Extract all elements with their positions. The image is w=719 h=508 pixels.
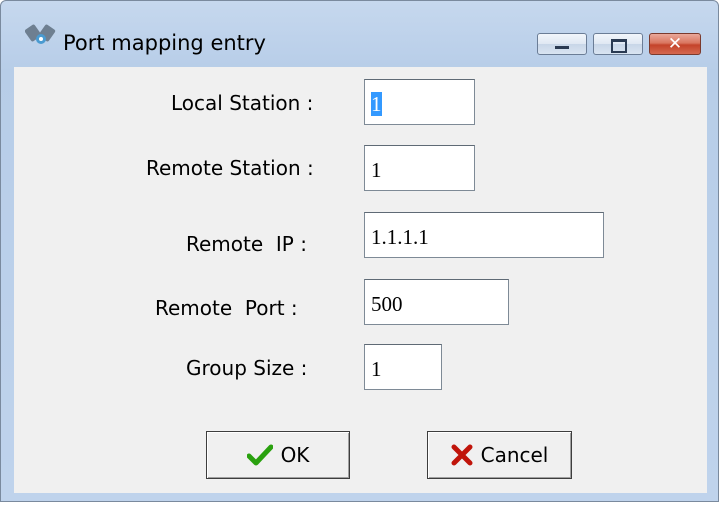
close-button[interactable]: ✕ [649,33,701,55]
remote-ip-value: 1.1.1.1 [371,225,429,249]
local-station-value: 1 [371,92,382,116]
remote-port-input[interactable]: 500 [364,279,509,325]
remote-station-input[interactable]: 1 [364,145,475,191]
network-ports-icon [25,24,56,44]
remote-station-value: 1 [371,158,382,182]
ok-button[interactable]: OK [206,431,350,479]
remote-station-label: Remote Station : [146,156,314,180]
cancel-button[interactable]: Cancel [427,431,572,479]
remote-ip-input[interactable]: 1.1.1.1 [364,212,604,258]
group-size-label: Group Size : [186,356,308,380]
dialog-client-area: Local Station : 1 Remote Station : 1 Rem… [14,67,707,493]
group-size-input[interactable]: 1 [364,344,442,390]
dialog-window: Port mapping entry ✕ Local Station : 1 R… [0,0,719,502]
maximize-icon [611,39,627,53]
maximize-button[interactable] [593,33,643,55]
remote-port-label: Remote Port : [155,296,298,320]
minimize-icon [555,46,569,49]
checkmark-icon [246,444,273,466]
window-title: Port mapping entry [63,31,266,55]
cancel-button-label: Cancel [480,443,549,467]
remote-ip-label: Remote IP : [186,232,307,256]
local-station-input[interactable]: 1 [364,79,475,125]
group-size-value: 1 [371,357,382,381]
local-station-label: Local Station : [171,91,314,115]
close-icon: ✕ [667,34,683,54]
remote-port-value: 500 [371,292,403,316]
title-bar[interactable]: Port mapping entry ✕ [1,1,718,55]
ok-button-label: OK [280,443,310,467]
minimize-button[interactable] [537,33,587,55]
cancel-x-icon [451,444,473,466]
